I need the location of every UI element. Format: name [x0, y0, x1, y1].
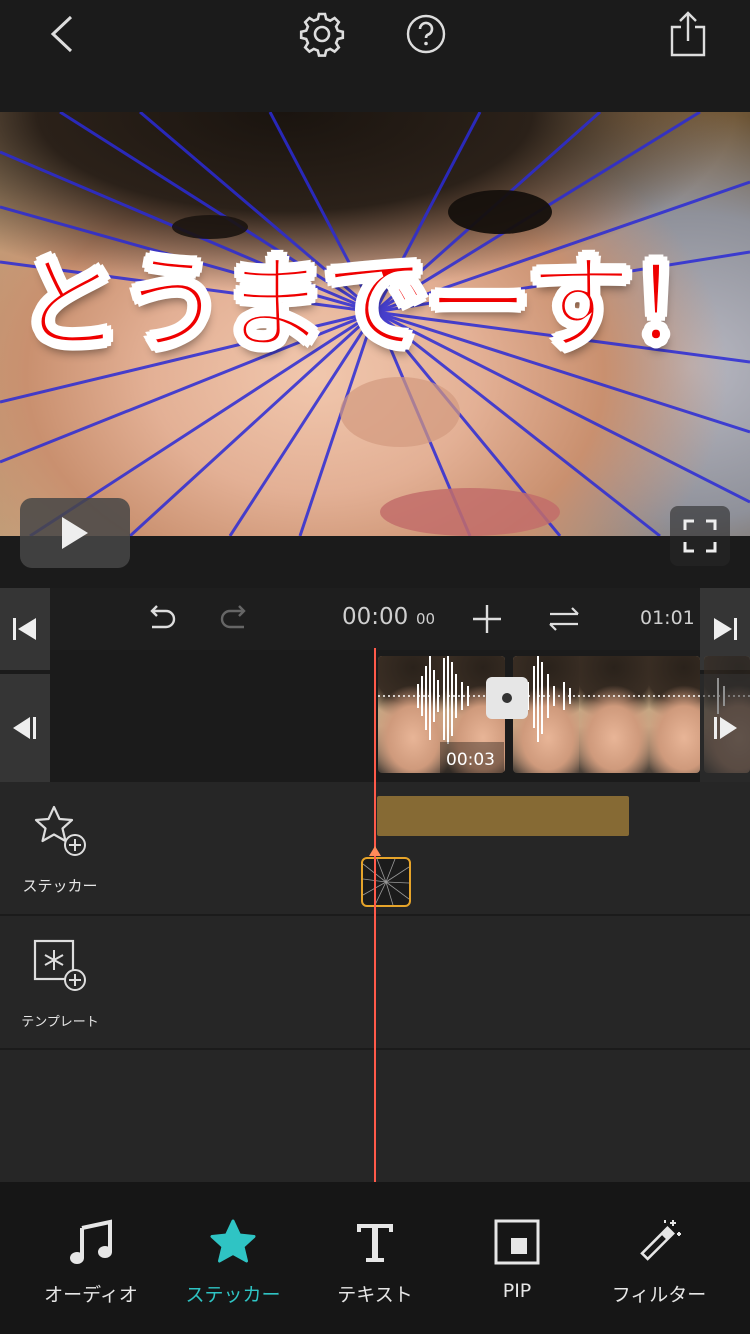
- tab-sticker-label: ステッカー: [185, 1284, 281, 1306]
- tab-text[interactable]: テキスト: [300, 1182, 450, 1334]
- step-back-icon: [13, 717, 36, 739]
- share-button[interactable]: [662, 8, 714, 60]
- add-template-track-button[interactable]: テンプレート: [0, 916, 120, 1048]
- tab-filter[interactable]: フィルター: [584, 1182, 734, 1334]
- step-forward-icon: [714, 717, 737, 739]
- star-plus-icon: [34, 805, 86, 856]
- plus-icon: [473, 605, 501, 633]
- sticker-clip-bar[interactable]: [377, 796, 629, 836]
- swap-arrows-icon: [549, 607, 579, 631]
- question-circle-icon: [406, 14, 446, 54]
- tab-audio[interactable]: オーディオ: [16, 1182, 166, 1334]
- tab-text-label: テキスト: [337, 1284, 413, 1306]
- play-icon: [62, 517, 88, 549]
- jump-to-start-button[interactable]: [0, 588, 50, 670]
- playhead-marker-icon: [369, 846, 381, 856]
- current-time: 00:00: [342, 604, 409, 630]
- settings-button[interactable]: [296, 8, 348, 60]
- current-frames: 00: [416, 610, 436, 628]
- sticker-track-label: ステッカー: [22, 877, 98, 895]
- tab-pip[interactable]: PIP: [442, 1182, 592, 1334]
- fullscreen-button[interactable]: [670, 506, 730, 566]
- skip-end-icon: [714, 618, 737, 640]
- back-button[interactable]: [36, 8, 88, 60]
- add-sticker-track-button[interactable]: ステッカー: [0, 782, 120, 914]
- transition-dot-icon: [502, 693, 512, 703]
- tab-filter-label: フィルター: [611, 1284, 707, 1306]
- caption-sticker-text[interactable]: とうまでーす！: [0, 251, 750, 357]
- undo-icon: [150, 605, 176, 629]
- play-button[interactable]: [20, 498, 130, 568]
- tab-audio-label: オーディオ: [44, 1284, 138, 1306]
- total-duration: 01:01: [640, 607, 695, 629]
- top-bar: [0, 0, 750, 112]
- pip-icon: [494, 1219, 540, 1265]
- template-plus-icon: [33, 939, 86, 991]
- transition-button[interactable]: [486, 677, 528, 719]
- clip-duration: 00:03: [446, 750, 495, 770]
- help-button[interactable]: [400, 8, 452, 60]
- magic-wand-icon: [640, 1220, 681, 1261]
- undo-button[interactable]: [144, 602, 178, 636]
- template-track: [120, 916, 750, 1048]
- sticker-thumbnail[interactable]: [361, 857, 411, 907]
- next-frame-button[interactable]: [700, 674, 750, 782]
- playhead[interactable]: [374, 648, 376, 1184]
- previous-frame-button[interactable]: [0, 674, 50, 782]
- template-track-label: テンプレート: [21, 1015, 99, 1030]
- redo-icon: [220, 605, 246, 629]
- text-icon: [357, 1224, 393, 1262]
- share-icon: [670, 11, 706, 57]
- tab-pip-label: PIP: [502, 1280, 532, 1302]
- chevron-left-icon: [50, 15, 73, 53]
- speed-lines-thumbnail-icon: [363, 859, 409, 905]
- skip-start-icon: [13, 618, 36, 640]
- redo-button[interactable]: [218, 602, 252, 636]
- gear-icon: [299, 12, 345, 57]
- star-icon: [210, 1219, 256, 1263]
- video-preview[interactable]: とうまでーす！: [0, 112, 750, 536]
- tab-sticker[interactable]: ステッカー: [158, 1182, 308, 1334]
- swap-button[interactable]: [546, 602, 582, 636]
- fullscreen-icon: [683, 519, 717, 553]
- audio-waveform: [378, 656, 750, 744]
- music-note-icon: [70, 1219, 112, 1264]
- add-clip-button[interactable]: [470, 602, 504, 636]
